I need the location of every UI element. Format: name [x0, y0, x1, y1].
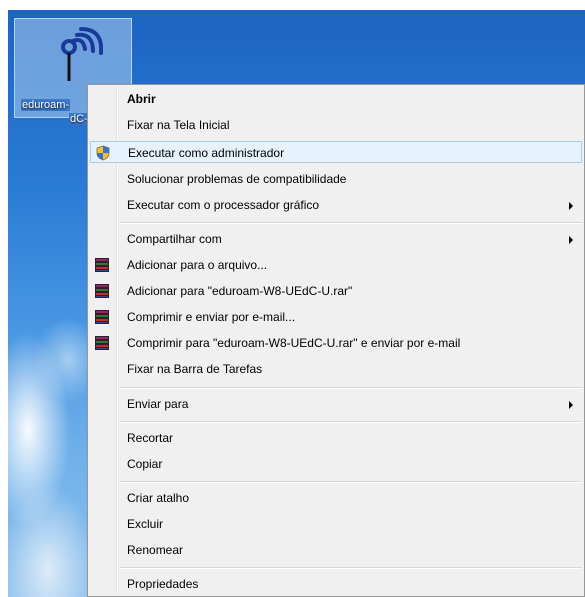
menu-item-label: Compartilhar com [127, 232, 222, 246]
menu-separator [120, 222, 582, 224]
menu-separator [120, 481, 582, 483]
menu-item-fixar-barra-tarefas[interactable]: Fixar na Barra de Tarefas [90, 358, 582, 380]
wifi-shortcut-icon [61, 27, 103, 81]
menu-separator [120, 567, 582, 569]
menu-item-recortar[interactable]: Recortar [90, 427, 582, 449]
menu-item-executar-administrador[interactable]: Executar como administrador [90, 141, 582, 163]
menu-item-label: Enviar para [127, 397, 189, 411]
winrar-icon [94, 283, 110, 299]
menu-item-adicionar-arquivo[interactable]: Adicionar para o arquivo... [90, 254, 582, 276]
menu-item-label: Criar atalho [127, 491, 190, 505]
winrar-icon [94, 335, 110, 351]
menu-item-label: Adicionar para o arquivo... [127, 258, 268, 272]
menu-item-enviar-para[interactable]: Enviar para [90, 393, 582, 415]
submenu-arrow-icon [569, 202, 573, 210]
menu-separator [120, 421, 582, 423]
menu-item-copiar[interactable]: Copiar [90, 453, 582, 475]
menu-separator [120, 387, 582, 389]
menu-item-label: Renomear [127, 543, 184, 557]
menu-item-label: Abrir [127, 92, 156, 106]
menu-item-label: Excluir [127, 517, 164, 531]
menu-item-processador-grafico[interactable]: Executar com o processador gráfico [90, 194, 582, 216]
menu-item-label: Fixar na Barra de Tarefas [127, 362, 263, 376]
menu-item-label: Propriedades [127, 577, 199, 591]
winrar-icon [94, 257, 110, 273]
menu-item-comprimir-email[interactable]: Comprimir e enviar por e-mail... [90, 306, 582, 328]
menu-item-adicionar-rar[interactable]: Adicionar para "eduroam-W8-UEdC-U.rar" [90, 280, 582, 302]
menu-item-excluir[interactable]: Excluir [90, 513, 582, 535]
menu-item-label: Solucionar problemas de compatibilidade [127, 172, 347, 186]
menu-item-solucionar-compatibilidade[interactable]: Solucionar problemas de compatibilidade [90, 168, 582, 190]
menu-item-compartilhar-com[interactable]: Compartilhar com [90, 228, 582, 250]
menu-item-renomear[interactable]: Renomear [90, 539, 582, 561]
menu-item-label: Comprimir para "eduroam-W8-UEdC-U.rar" e… [127, 336, 461, 350]
menu-item-label: Fixar na Tela Inicial [127, 118, 230, 132]
menu-item-label: Comprimir e enviar por e-mail... [127, 310, 296, 324]
menu-item-label: Executar como administrador [128, 146, 285, 160]
menu-item-propriedades[interactable]: Propriedades [90, 573, 582, 595]
shield-icon [96, 145, 110, 161]
menu-item-label: Copiar [127, 457, 163, 471]
menu-item-label: Adicionar para "eduroam-W8-UEdC-U.rar" [127, 284, 353, 298]
menu-item-label: Recortar [127, 431, 174, 445]
submenu-arrow-icon [569, 401, 573, 409]
menu-item-fixar-tela-inicial[interactable]: Fixar na Tela Inicial [90, 114, 582, 136]
menu-item-comprimir-rar-email[interactable]: Comprimir para "eduroam-W8-UEdC-U.rar" e… [90, 332, 582, 354]
menu-item-abrir[interactable]: Abrir [90, 88, 582, 110]
submenu-arrow-icon [569, 236, 573, 244]
context-menu: Abrir Fixar na Tela Inicial Executar com… [87, 84, 585, 597]
winrar-icon [94, 309, 110, 325]
menu-item-criar-atalho[interactable]: Criar atalho [90, 487, 582, 509]
menu-item-label: Executar com o processador gráfico [127, 198, 320, 212]
